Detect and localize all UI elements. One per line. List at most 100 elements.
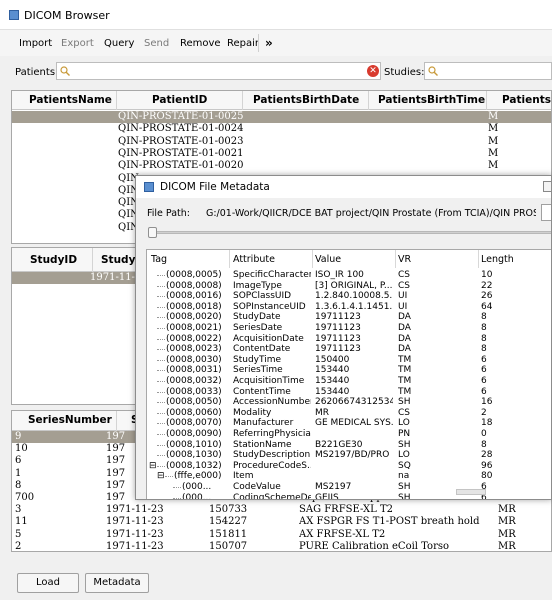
metadata-row[interactable]: (0008,0018) SOPInstanceUID 1.3.6.1.4.1.145…: [147, 301, 551, 313]
column-header-value[interactable]: Value: [315, 254, 341, 265]
metadata-row[interactable]: (0008,0016) SOPClassUID 1.2.840.10008.5...…: [147, 291, 551, 302]
file-path-field-edge[interactable]: [541, 204, 551, 221]
metadata-len-cell: 26: [481, 291, 493, 302]
tree-expander-icon[interactable]: ⊟: [157, 471, 165, 482]
metadata-tag-cell: (fffe,e000): [174, 471, 222, 482]
metadata-vr-cell: SQ: [398, 460, 411, 471]
query-button[interactable]: Query: [104, 38, 134, 49]
dialog-minimize-button[interactable]: [543, 181, 551, 192]
send-button[interactable]: Send: [144, 38, 169, 49]
patient-id-cell: QIN-PROSTATE-01-0023: [118, 135, 244, 147]
export-button[interactable]: Export: [61, 38, 94, 49]
metadata-attr-cell: CodingSchemeDe...: [233, 492, 311, 500]
tree-connector: [173, 497, 181, 499]
table-row[interactable]: 3 1971-11-23 150733 SAG FRFSE-XL T2 MR: [12, 504, 551, 516]
column-header-vr[interactable]: VR: [398, 254, 411, 265]
metadata-row[interactable]: (0008,0022) AcquisitionDate 19711123 DA 8: [147, 333, 551, 345]
dialog-title-bar: DICOM File Metadata: [136, 176, 551, 198]
toolbar-overflow-button[interactable]: »: [265, 36, 273, 50]
patients-search-input[interactable]: ✕: [56, 62, 381, 80]
table-row[interactable]: QIN-PROSTATE-01-0024 M: [12, 123, 551, 135]
metadata-row[interactable]: (0008,0070) Manufacturer GE MEDICAL SYS...…: [147, 418, 551, 429]
table-row[interactable]: QIN-PROSTATE-01-0020 M: [12, 160, 551, 172]
metadata-row[interactable]: (0008,0031) SeriesTime 153440 TM 6: [147, 365, 551, 376]
metadata-attr-cell: ImageType: [233, 280, 282, 291]
series-time-cell: 150707: [209, 540, 248, 552]
metadata-row[interactable]: (0008,0050) AccessionNumber 26206674312534…: [147, 397, 551, 408]
column-header-birth-date[interactable]: PatientsBirthDate: [253, 94, 359, 106]
metadata-attr-cell: ContentTime: [233, 386, 291, 397]
table-row[interactable]: QIN-PROSTATE-01-0023 M: [12, 135, 551, 148]
horizontal-scrollbar[interactable]: [456, 489, 486, 495]
patient-sex-cell: M: [488, 160, 499, 172]
series-date-cell: 197: [106, 455, 126, 467]
table-row[interactable]: QIN-PROSTATE-01-0021 M: [12, 148, 551, 160]
metadata-len-cell: 6: [481, 354, 487, 365]
metadata-value-cell: 153440: [315, 365, 350, 376]
clear-icon[interactable]: ✕: [367, 65, 379, 77]
metadata-value-cell: ISO_IR 100: [315, 270, 364, 280]
tree-connector: [165, 476, 173, 478]
metadata-row[interactable]: (0008,0021) SeriesDate 19711123 DA 8: [147, 323, 551, 334]
tree-connector: [157, 423, 165, 425]
metadata-row[interactable]: (0008,0008) ImageType [3] ORIGINAL, P... CS…: [147, 280, 551, 292]
studies-search-input[interactable]: [424, 62, 552, 80]
series-modality-cell: MR: [498, 504, 516, 516]
tree-connector: [157, 381, 165, 382]
series-description-cell: AX FSPGR FS T1-POST breath hold: [299, 516, 480, 528]
metadata-row[interactable]: (0008,0020) StudyDate 19711123 DA 8: [147, 312, 551, 323]
metadata-len-cell: 8: [481, 333, 487, 344]
series-date-cell: 197: [106, 443, 126, 455]
remove-button[interactable]: Remove: [180, 38, 221, 49]
metadata-row[interactable]: (0008,0090) ReferringPhysicia... PN 0: [147, 429, 551, 440]
metadata-row[interactable]: (0008,0033) ContentTime 153440 TM 6: [147, 386, 551, 398]
load-button[interactable]: Load: [17, 573, 79, 593]
table-row[interactable]: QIN-PROSTATE-01-0025 M: [12, 111, 551, 123]
tree-connector: [157, 455, 165, 457]
metadata-row[interactable]: (0008,0060) Modality MR CS 2: [147, 407, 551, 419]
file-slider-track[interactable]: [148, 231, 551, 234]
repair-button[interactable]: Repair: [227, 38, 259, 49]
column-header-series-number[interactable]: SeriesNumber: [28, 414, 112, 426]
column-header-length[interactable]: Length: [481, 254, 514, 265]
patient-id-cell: QIN-PROSTATE-01-0024: [118, 123, 244, 135]
series-number-cell: 9: [15, 431, 22, 442]
series-description-cell: AX FRFSE-XL T2: [299, 528, 386, 540]
table-row[interactable]: 5 1971-11-23 151811 AX FRFSE-XL T2 MR: [12, 528, 551, 541]
column-header-study-id[interactable]: StudyID: [30, 254, 77, 266]
patient-sex-cell: M: [488, 111, 499, 122]
metadata-attr-cell: AcquisitionTime: [233, 376, 305, 386]
column-header-patients-name[interactable]: PatientsName: [29, 94, 112, 106]
column-header-patient-id[interactable]: PatientID: [152, 94, 207, 106]
metadata-row[interactable]: (000...CodingSchemeDe...GEIISSH6: [147, 492, 551, 500]
series-time-cell: 150733: [209, 504, 248, 516]
metadata-len-cell: 6: [481, 376, 487, 386]
table-row[interactable]: 2 1971-11-23 150707 PURE Calibration eCoil …: [12, 540, 551, 552]
column-header-attribute[interactable]: Attribute: [233, 254, 275, 265]
metadata-button[interactable]: Metadata: [85, 573, 149, 593]
file-slider-handle[interactable]: [148, 227, 157, 238]
metadata-row[interactable]: (000... CodeValue MS2197 SH 6: [147, 482, 551, 493]
metadata-row[interactable]: (0008,0032) AcquisitionTime 153440 TM 6: [147, 376, 551, 387]
metadata-row[interactable]: (0008,0005) SpecificCharacter... ISO_IR 10…: [147, 270, 551, 281]
metadata-row[interactable]: (0008,1010) StationName B221GE30 SH 8: [147, 440, 551, 451]
metadata-row[interactable]: (0008,0030) StudyTime 150400 TM 6: [147, 354, 551, 366]
metadata-row[interactable]: (0008,1030) StudyDescription MS2197/BD/PRO…: [147, 450, 551, 461]
import-button[interactable]: Import: [19, 38, 52, 49]
metadata-tag-cell: (0008,1030): [166, 450, 222, 461]
metadata-row[interactable]: ⊟ (fffe,e000) Item na 80: [147, 471, 551, 482]
series-number-cell: 10: [15, 443, 28, 455]
metadata-value-cell: MS2197: [315, 482, 352, 492]
metadata-len-cell: 80: [481, 471, 493, 482]
column-header-birth-time[interactable]: PatientsBirthTime: [378, 94, 485, 106]
tree-expander-icon[interactable]: ⊟: [149, 461, 157, 472]
metadata-value-cell: MR: [315, 407, 330, 418]
metadata-row[interactable]: ⊟ (0008,1032) ProcedureCodeS... SQ 96: [147, 460, 551, 472]
metadata-row[interactable]: (0008,0023) ContentDate 19711123 DA 8: [147, 344, 551, 355]
column-header-patients-sex[interactable]: PatientsS: [502, 94, 551, 106]
metadata-value-cell: 1.3.6.1.4.1.1451...: [315, 301, 393, 312]
table-row[interactable]: 1971-11-2: [12, 272, 140, 284]
metadata-tag-cell: (0008,0008): [166, 280, 222, 291]
table-row[interactable]: 11 1971-11-23 154227 AX FSPGR FS T1-POST br…: [12, 516, 551, 528]
column-header-tag[interactable]: Tag: [151, 254, 167, 265]
